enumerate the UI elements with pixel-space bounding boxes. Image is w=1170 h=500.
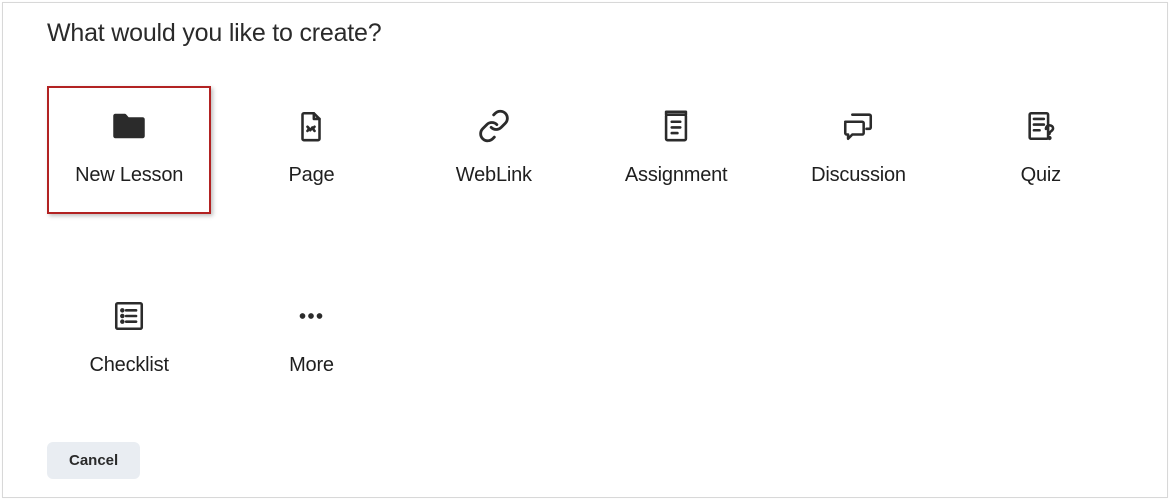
- option-label: Checklist: [89, 354, 168, 377]
- discussion-icon: [841, 106, 875, 146]
- link-icon: [477, 106, 511, 146]
- option-grid: New Lesson Page: [47, 86, 1123, 404]
- option-label: More: [289, 354, 334, 377]
- option-label: WebLink: [456, 164, 532, 187]
- option-label: Quiz: [1021, 164, 1061, 187]
- option-quiz[interactable]: Quiz: [959, 86, 1123, 214]
- option-label: New Lesson: [75, 164, 183, 187]
- dialog-footer: Cancel: [47, 442, 140, 479]
- more-icon: [294, 296, 328, 336]
- assignment-icon: [659, 106, 693, 146]
- option-discussion[interactable]: Discussion: [776, 86, 940, 214]
- option-label: Page: [289, 164, 335, 187]
- folder-icon: [108, 106, 150, 146]
- page-icon: [294, 106, 328, 146]
- option-assignment[interactable]: Assignment: [594, 86, 758, 214]
- dialog-title: What would you like to create?: [47, 19, 1123, 48]
- option-label: Discussion: [811, 164, 906, 187]
- option-checklist[interactable]: Checklist: [47, 276, 211, 404]
- option-label: Assignment: [625, 164, 728, 187]
- option-new-lesson[interactable]: New Lesson: [47, 86, 211, 214]
- option-more[interactable]: More: [229, 276, 393, 404]
- quiz-icon: [1024, 106, 1058, 146]
- create-dialog: What would you like to create? New Lesso…: [2, 2, 1168, 498]
- option-page[interactable]: Page: [229, 86, 393, 214]
- cancel-button[interactable]: Cancel: [47, 442, 140, 479]
- checklist-icon: [112, 296, 146, 336]
- option-weblink[interactable]: WebLink: [412, 86, 576, 214]
